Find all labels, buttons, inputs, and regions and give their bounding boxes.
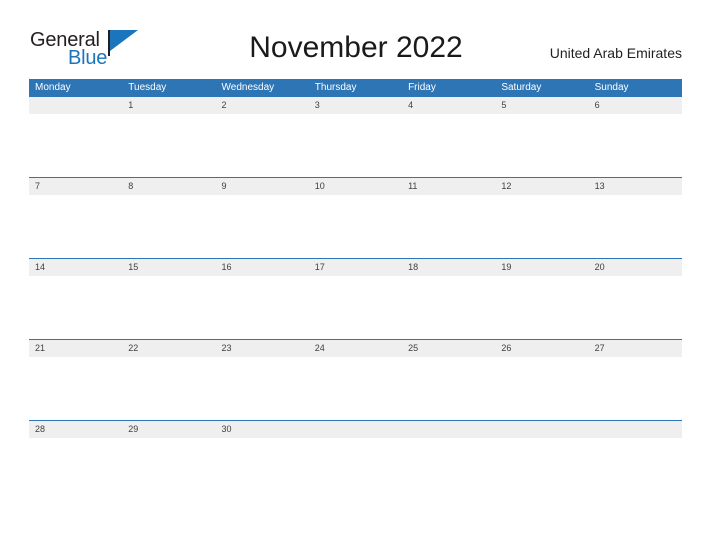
day-number[interactable]: 9 [216,178,309,195]
weekday-header-saturday: Saturday [501,82,542,93]
day-number[interactable] [589,421,682,438]
day-note-cell[interactable] [402,438,495,501]
week-day-number-band: 21 22 23 24 25 26 27 [29,340,682,357]
week-row: 21 22 23 24 25 26 27 [29,339,682,420]
day-number[interactable]: 8 [122,178,215,195]
week-note-area [29,276,682,339]
calendar-page: General Blue November 2022 United Arab E… [0,0,712,550]
day-number[interactable]: 29 [122,421,215,438]
day-note-cell[interactable] [122,438,215,501]
day-number[interactable] [495,421,588,438]
day-number[interactable]: 23 [216,340,309,357]
day-note-cell[interactable] [122,357,215,420]
day-number[interactable]: 2 [216,97,309,114]
day-number[interactable]: 20 [589,259,682,276]
day-note-cell[interactable] [29,276,122,339]
day-note-cell[interactable] [309,438,402,501]
day-note-cell[interactable] [495,438,588,501]
page-header: General Blue November 2022 United Arab E… [0,0,712,78]
day-number[interactable]: 14 [29,259,122,276]
day-number[interactable]: 4 [402,97,495,114]
day-note-cell[interactable] [122,195,215,258]
day-number[interactable]: 27 [589,340,682,357]
weekday-header-tuesday: Tuesday [128,82,167,93]
day-number[interactable]: 26 [495,340,588,357]
day-note-cell[interactable] [29,195,122,258]
day-number[interactable]: 7 [29,178,122,195]
day-note-cell[interactable] [216,114,309,177]
day-note-cell[interactable] [29,357,122,420]
day-number[interactable]: 3 [309,97,402,114]
day-note-cell[interactable] [495,357,588,420]
weekday-header-monday: Monday [35,82,71,93]
weekday-header-sunday: Sunday [594,82,629,93]
day-number[interactable]: 5 [495,97,588,114]
week-note-area [29,195,682,258]
week-row: 14 15 16 17 18 19 20 [29,258,682,339]
day-note-cell[interactable] [589,114,682,177]
day-number[interactable]: 6 [589,97,682,114]
week-row: 7 8 9 10 11 12 13 [29,177,682,258]
day-number[interactable] [402,421,495,438]
day-number[interactable]: 11 [402,178,495,195]
day-note-cell[interactable] [495,114,588,177]
week-day-number-band: 14 15 16 17 18 19 20 [29,259,682,276]
week-note-area [29,357,682,420]
day-note-cell[interactable] [29,114,122,177]
day-note-cell[interactable] [216,438,309,501]
week-row: 28 29 30 [29,420,682,501]
weekday-header-wednesday: Wednesday [221,82,275,93]
day-note-cell[interactable] [589,276,682,339]
day-note-cell[interactable] [122,114,215,177]
day-number[interactable]: 13 [589,178,682,195]
week-row: 1 2 3 4 5 6 [29,96,682,177]
day-number[interactable]: 15 [122,259,215,276]
week-day-number-band: 28 29 30 [29,421,682,438]
day-number[interactable]: 16 [216,259,309,276]
day-number[interactable]: 17 [309,259,402,276]
day-note-cell[interactable] [589,357,682,420]
day-number[interactable]: 12 [495,178,588,195]
day-note-cell[interactable] [309,357,402,420]
calendar-grid: Monday Tuesday Wednesday Thursday Friday… [29,79,682,501]
week-day-number-band: 1 2 3 4 5 6 [29,97,682,114]
day-note-cell[interactable] [309,276,402,339]
day-note-cell[interactable] [309,114,402,177]
day-note-cell[interactable] [495,195,588,258]
weekday-header-friday: Friday [408,82,436,93]
day-note-cell[interactable] [402,276,495,339]
day-note-cell[interactable] [216,195,309,258]
day-note-cell[interactable] [495,276,588,339]
day-note-cell[interactable] [402,357,495,420]
day-number[interactable]: 30 [216,421,309,438]
day-number[interactable] [309,421,402,438]
day-note-cell[interactable] [216,357,309,420]
weekday-header-row: Monday Tuesday Wednesday Thursday Friday… [29,79,682,96]
day-number[interactable]: 24 [309,340,402,357]
day-note-cell[interactable] [589,438,682,501]
day-number[interactable]: 25 [402,340,495,357]
day-note-cell[interactable] [309,195,402,258]
day-number[interactable]: 28 [29,421,122,438]
country-label: United Arab Emirates [549,45,682,61]
week-day-number-band: 7 8 9 10 11 12 13 [29,178,682,195]
day-note-cell[interactable] [402,114,495,177]
day-note-cell[interactable] [402,195,495,258]
week-note-area [29,114,682,177]
day-number[interactable]: 21 [29,340,122,357]
day-note-cell[interactable] [29,438,122,501]
week-note-area [29,438,682,501]
day-number[interactable] [29,97,122,114]
day-number[interactable]: 18 [402,259,495,276]
day-note-cell[interactable] [122,276,215,339]
day-note-cell[interactable] [216,276,309,339]
day-number[interactable]: 22 [122,340,215,357]
day-number[interactable]: 1 [122,97,215,114]
day-number[interactable]: 10 [309,178,402,195]
day-note-cell[interactable] [589,195,682,258]
weekday-header-thursday: Thursday [314,82,357,93]
day-number[interactable]: 19 [495,259,588,276]
